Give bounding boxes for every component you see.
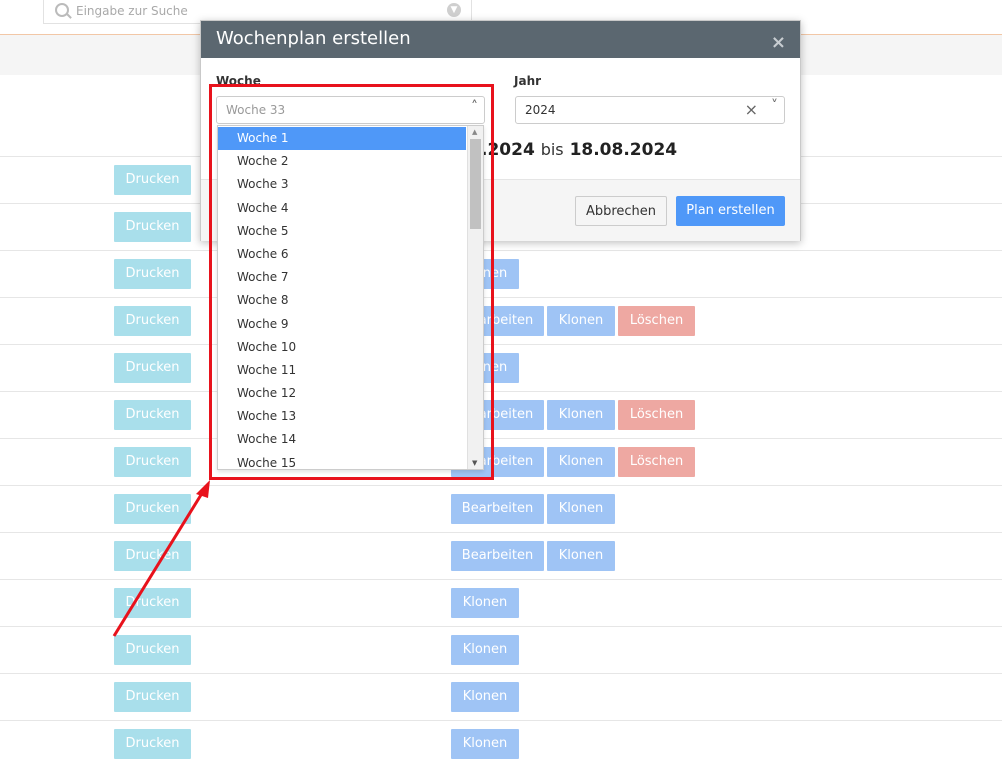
annotation-arrow [112, 480, 210, 637]
arrow-line [112, 489, 206, 637]
arrow-head [196, 480, 210, 498]
